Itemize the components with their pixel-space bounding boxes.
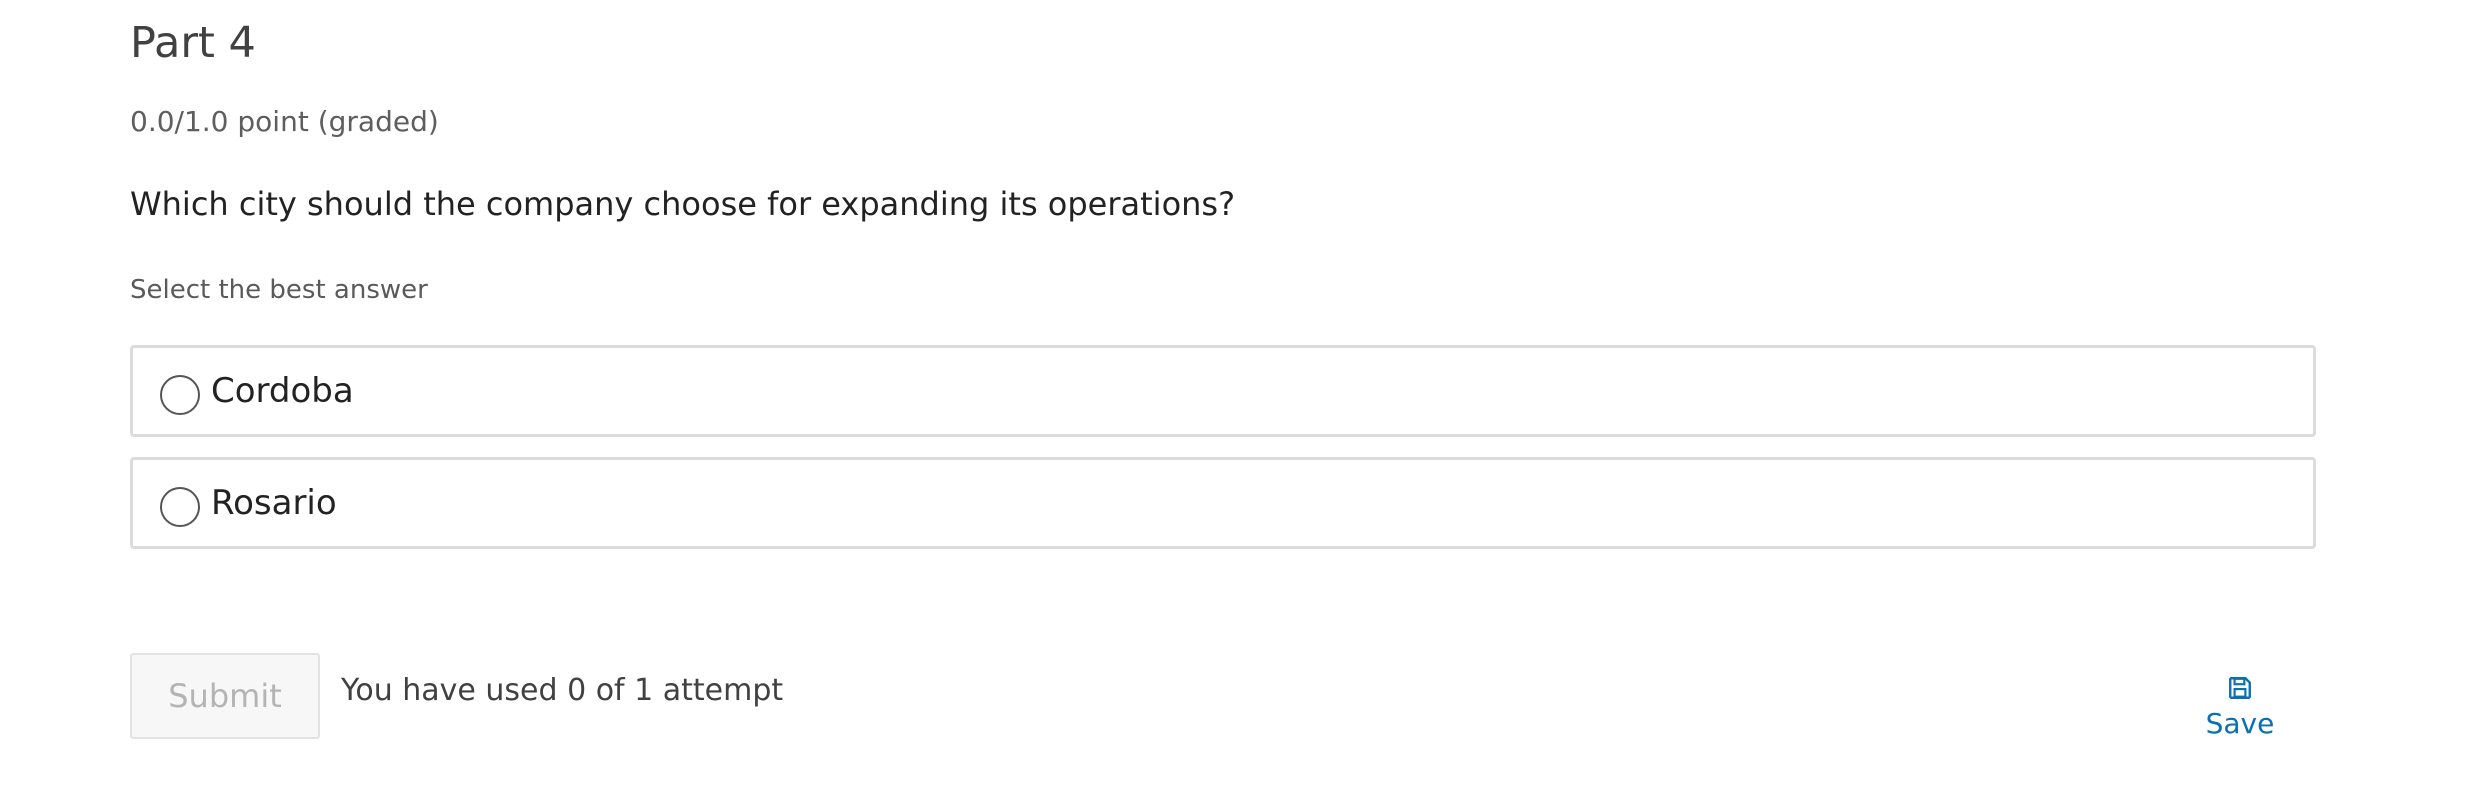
choice-rosario[interactable]: Rosario xyxy=(130,457,2316,549)
floppy-disk-icon xyxy=(2229,677,2251,699)
choice-label: Rosario xyxy=(211,483,337,523)
choice-cordoba[interactable]: Cordoba xyxy=(130,345,2316,437)
radio-button-rosario[interactable] xyxy=(160,487,200,527)
save-label: Save xyxy=(2205,707,2275,740)
answer-instructions: Select the best answer xyxy=(130,275,428,305)
points-status: 0.0/1.0 point (graded) xyxy=(130,105,439,138)
submit-button[interactable]: Submit xyxy=(130,653,320,739)
choice-label: Cordoba xyxy=(211,371,354,411)
save-button[interactable]: Save xyxy=(2190,675,2290,740)
attempts-text: You have used 0 of 1 attempt xyxy=(341,673,784,708)
question-text: Which city should the company choose for… xyxy=(130,185,1236,223)
radio-button-cordoba[interactable] xyxy=(160,375,200,415)
part-title: Part 4 xyxy=(130,18,256,68)
